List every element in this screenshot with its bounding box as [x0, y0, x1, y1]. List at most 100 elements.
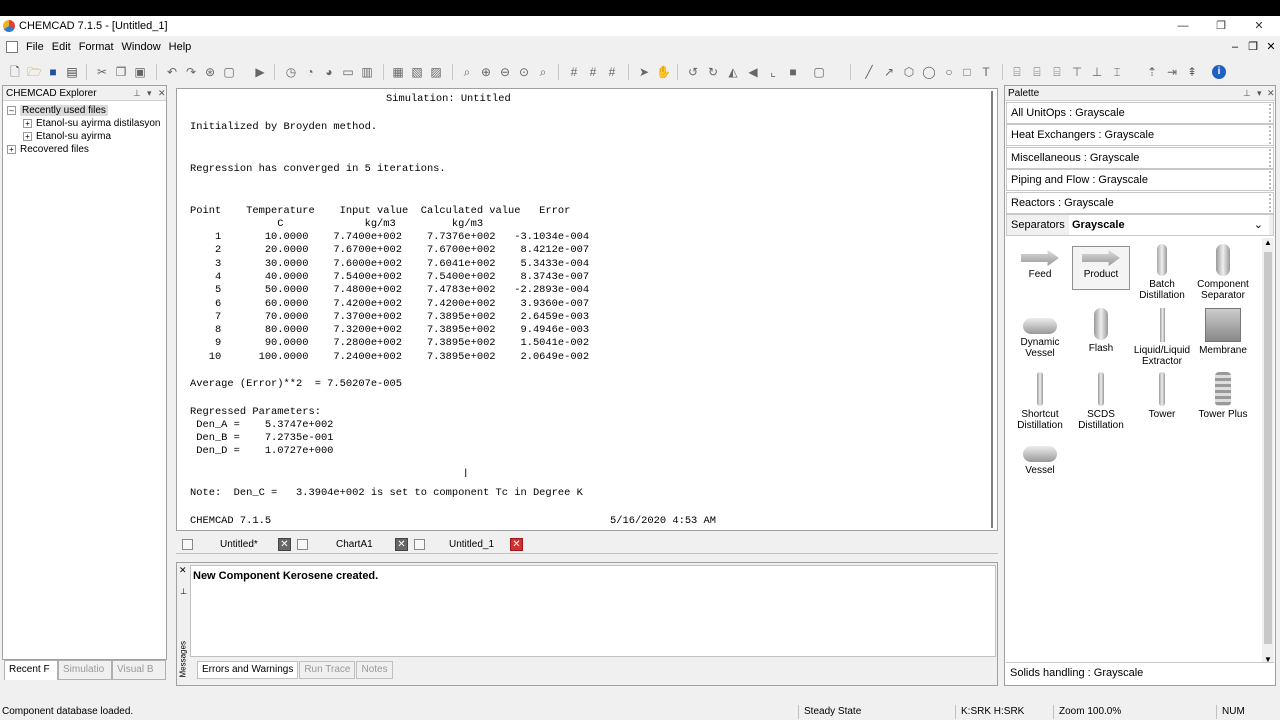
pin-icon[interactable]: ⊥: [180, 587, 187, 596]
zoom-fit-icon[interactable]: ⊙: [517, 65, 531, 79]
polygon-icon[interactable]: ⬡: [902, 65, 916, 79]
save-icon[interactable]: ■: [46, 65, 60, 79]
text-tool-icon[interactable]: T: [979, 65, 993, 79]
mdi-close-button[interactable]: ✕: [1262, 37, 1280, 57]
zoom-window-icon[interactable]: ⌕: [536, 65, 550, 79]
text-box-icon[interactable]: ▨: [429, 65, 443, 79]
info-icon[interactable]: i: [1212, 65, 1226, 79]
separators-selector[interactable]: Separators Grayscale ⌄: [1006, 214, 1274, 236]
align-left-icon[interactable]: ⌸: [1010, 65, 1024, 79]
palette-category[interactable]: Miscellaneous : Grayscale: [1006, 147, 1274, 169]
mdi-minimize-button[interactable]: –: [1226, 37, 1244, 57]
zoom-out-icon[interactable]: ⊖: [498, 65, 512, 79]
mirror-icon[interactable]: ◀: [746, 65, 760, 79]
chart-icon[interactable]: ▧: [410, 65, 424, 79]
unitop-product[interactable]: Product: [1072, 246, 1130, 290]
align-bottom-icon[interactable]: ⊥: [1090, 65, 1104, 79]
align-right-icon[interactable]: ⌸: [1050, 65, 1064, 79]
tab-run-trace[interactable]: Run Trace: [299, 661, 356, 679]
window-icon[interactable]: ▭: [341, 65, 355, 79]
gauge-icon[interactable]: ◔: [303, 65, 317, 79]
graph-icon[interactable]: ▢: [222, 65, 236, 79]
paste-icon[interactable]: ▣: [133, 65, 147, 79]
align-top-icon[interactable]: ⊤: [1070, 65, 1084, 79]
scrollbar-thumb[interactable]: [1264, 252, 1272, 644]
rotate-icon[interactable]: ↺: [686, 65, 700, 79]
distribute-icon[interactable]: ⇞: [1185, 65, 1199, 79]
unitop-tower-plus[interactable]: Tower Plus: [1194, 372, 1252, 420]
mdi-restore-button[interactable]: ❐: [1244, 37, 1262, 57]
menu-file[interactable]: File: [26, 41, 44, 53]
tab-simulation[interactable]: Simulatio: [58, 660, 112, 680]
tab-errors-warnings[interactable]: Errors and Warnings: [197, 661, 299, 679]
close-icon[interactable]: ✕: [158, 86, 166, 101]
maximize-button[interactable]: ❐: [1202, 16, 1240, 36]
zoom-icon[interactable]: ⌕: [460, 65, 474, 79]
align-middle-icon[interactable]: ⌶: [1110, 65, 1124, 79]
unitop-flash[interactable]: Flash: [1072, 308, 1130, 354]
scroll-up-icon[interactable]: ▲: [1264, 238, 1272, 247]
dial-icon[interactable]: ◕: [322, 65, 336, 79]
grid-icon[interactable]: #: [567, 65, 581, 79]
menu-format[interactable]: Format: [79, 41, 114, 53]
tree-item-file-1[interactable]: + Etanol-su ayirma distilasyon: [23, 117, 161, 130]
flip-icon[interactable]: ◭: [726, 65, 740, 79]
close-tab-icon[interactable]: ✕: [278, 538, 291, 551]
arrow-line-icon[interactable]: ↗: [882, 65, 896, 79]
table-icon[interactable]: ▦: [391, 65, 405, 79]
unitop-scds-distillation[interactable]: SCDS Distillation: [1072, 372, 1130, 431]
rectangle-icon[interactable]: □: [960, 65, 974, 79]
rotate-right-icon[interactable]: ↻: [706, 65, 720, 79]
expand-icon[interactable]: +: [23, 118, 32, 128]
undo-icon[interactable]: ↶: [165, 65, 179, 79]
menu-window[interactable]: Window: [122, 41, 161, 53]
tab-notes[interactable]: Notes: [356, 661, 393, 679]
palette-category[interactable]: Reactors : Grayscale: [1006, 192, 1274, 214]
palette-scrollbar[interactable]: ▲ ▼: [1262, 238, 1274, 664]
tree-item-recovered[interactable]: + Recovered files: [7, 143, 89, 156]
expand-icon[interactable]: +: [23, 131, 32, 141]
play-icon[interactable]: ▶: [253, 65, 267, 79]
align-center-icon[interactable]: ⌸: [1030, 65, 1044, 79]
unitop-liquid-extractor[interactable]: Liquid/Liquid Extractor: [1133, 308, 1191, 367]
stop-icon[interactable]: ■: [786, 65, 800, 79]
circle-icon[interactable]: ○: [942, 65, 956, 79]
panel-icon[interactable]: ▥: [360, 65, 374, 79]
tab-untitled[interactable]: Untitled* ✕: [176, 537, 300, 552]
close-tab-icon[interactable]: ✕: [395, 538, 408, 551]
copy-icon[interactable]: ❐: [114, 65, 128, 79]
menu-edit[interactable]: Edit: [52, 41, 71, 53]
unitop-dynamic-vessel[interactable]: Dynamic Vessel: [1011, 316, 1069, 359]
unitop-shortcut-distillation[interactable]: Shortcut Distillation: [1011, 372, 1069, 431]
pointer-icon[interactable]: ➤: [637, 65, 651, 79]
palette-category[interactable]: Heat Exchangers : Grayscale: [1006, 124, 1274, 146]
palette-category[interactable]: All UnitOps : Grayscale: [1006, 102, 1274, 124]
chevron-down-icon[interactable]: ▾: [1257, 86, 1262, 101]
align-icon[interactable]: ⌞: [766, 65, 780, 79]
line-icon[interactable]: ╱: [862, 65, 876, 79]
unitop-vessel[interactable]: Vessel: [1011, 444, 1069, 476]
close-button[interactable]: ✕: [1240, 16, 1278, 36]
cut-icon[interactable]: ✂: [95, 65, 109, 79]
redo-icon[interactable]: ↷: [184, 65, 198, 79]
tab-charta1[interactable]: ChartA1 ✕: [296, 537, 416, 552]
ellipse-icon[interactable]: ◯: [922, 65, 936, 79]
new-file-icon[interactable]: 🗋: [8, 65, 22, 79]
close-icon[interactable]: ✕: [179, 565, 187, 576]
tab-recent-files[interactable]: Recent F: [4, 660, 58, 680]
run-icon[interactable]: ⊛: [203, 65, 217, 79]
close-icon[interactable]: ✕: [1267, 86, 1275, 101]
pan-hand-icon[interactable]: ✋: [656, 65, 671, 79]
clock-icon[interactable]: ◷: [284, 65, 298, 79]
print-icon[interactable]: ▤: [65, 65, 79, 79]
minimize-button[interactable]: —: [1164, 16, 1202, 36]
unitop-tower[interactable]: Tower: [1133, 372, 1191, 420]
tree-item-recent[interactable]: – Recently used files: [7, 104, 108, 117]
solids-handling-category[interactable]: Solids handling : Grayscale: [1006, 662, 1274, 684]
style-dropdown[interactable]: Grayscale ⌄: [1069, 215, 1269, 235]
space-horizontal-icon[interactable]: ⇥: [1165, 65, 1179, 79]
unitop-membrane[interactable]: Membrane: [1194, 308, 1252, 356]
zoom-in-icon[interactable]: ⊕: [479, 65, 493, 79]
unitop-component-separator[interactable]: Component Separator: [1194, 244, 1252, 301]
chevron-down-icon[interactable]: ▾: [147, 86, 152, 101]
